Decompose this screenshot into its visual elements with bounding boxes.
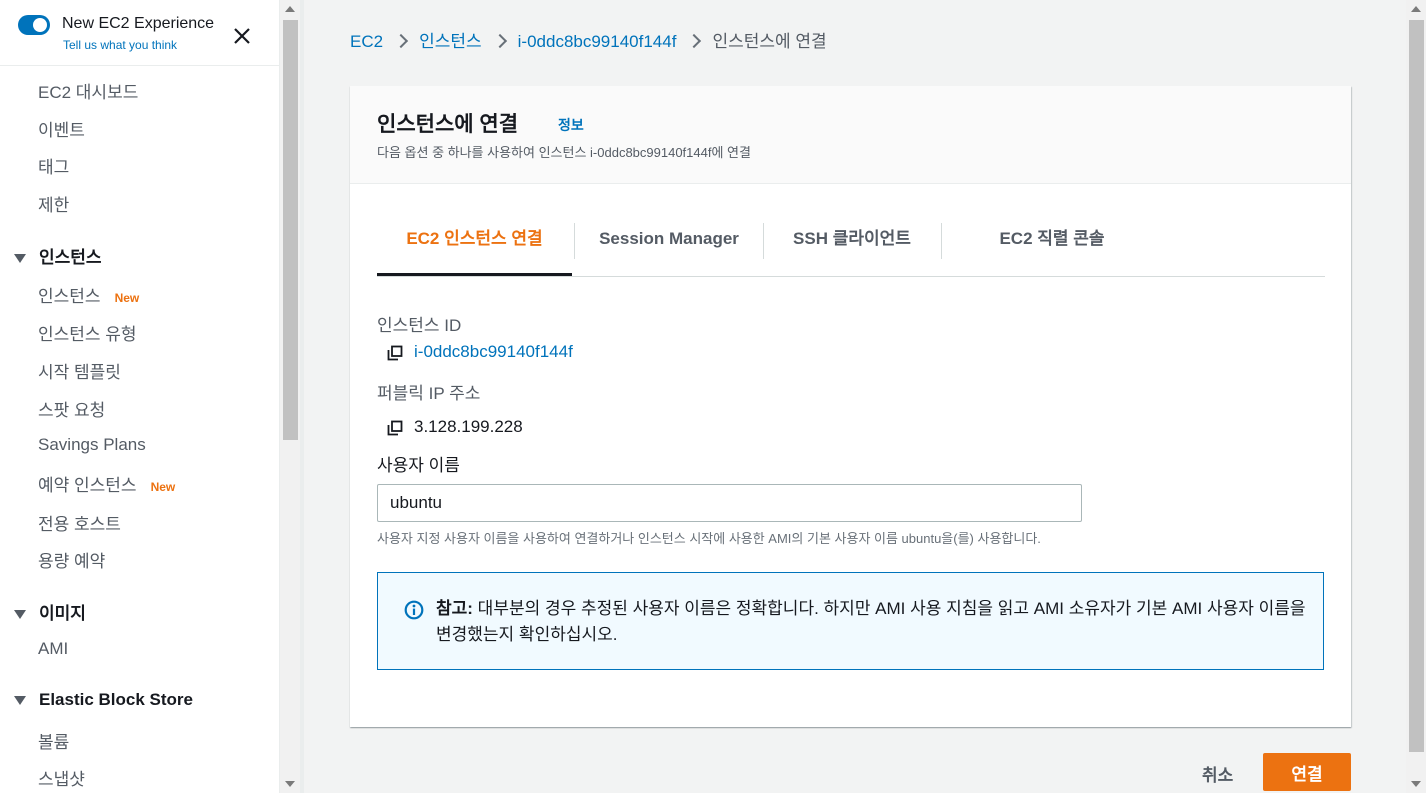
public-ip-label: 퍼블릭 IP 주소 bbox=[377, 384, 481, 403]
info-link[interactable]: 정보 bbox=[558, 115, 584, 135]
copy-icon[interactable] bbox=[387, 345, 403, 361]
sidebar-item-spot-requests[interactable]: 스팟 요청 bbox=[38, 396, 105, 421]
new-badge: New bbox=[114, 291, 140, 305]
alert-body: 대부분의 경우 추정된 사용자 이름은 정확합니다. 하지만 AMI 사용 지침… bbox=[436, 599, 1306, 644]
instance-id-value[interactable]: i-0ddc8bc99140f144f bbox=[414, 342, 573, 362]
main-scrollbar[interactable] bbox=[1406, 0, 1426, 793]
caret-down-icon bbox=[14, 254, 26, 264]
copy-icon[interactable] bbox=[387, 420, 403, 436]
info-icon bbox=[404, 600, 424, 620]
new-experience-title: New EC2 Experience bbox=[62, 15, 215, 32]
connect-card: 인스턴스에 연결 정보 다음 옵션 중 하나를 사용하여 인스턴스 i-0ddc… bbox=[350, 86, 1351, 727]
username-input[interactable] bbox=[377, 484, 1082, 522]
chevron-right-icon bbox=[394, 33, 409, 49]
breadcrumb: EC2 인스턴스 i-0ddc8bc99140f144f 인스턴스에 연결 bbox=[350, 27, 827, 52]
section-label: 이미지 bbox=[39, 604, 86, 623]
new-experience-toggle[interactable] bbox=[18, 15, 50, 35]
scrollbar-thumb[interactable] bbox=[1409, 20, 1424, 752]
sidebar-item-label: 예약 인스턴스 bbox=[38, 476, 137, 495]
scroll-down-icon[interactable] bbox=[285, 781, 295, 787]
sidebar-section-images[interactable]: 이미지 bbox=[14, 599, 86, 624]
sidebar-item-tags[interactable]: 태그 bbox=[38, 153, 69, 178]
page-title: 인스턴스에 연결 bbox=[377, 113, 519, 136]
new-experience-bar: New EC2 Experience Tell us what you thin… bbox=[0, 0, 279, 66]
sidebar-item-ec2-dashboard[interactable]: EC2 대시보드 bbox=[38, 78, 138, 103]
feedback-link[interactable]: Tell us what you think bbox=[63, 38, 177, 52]
tab-ssh-client[interactable]: SSH 클라이언트 bbox=[764, 213, 940, 276]
scroll-up-icon[interactable] bbox=[285, 6, 295, 12]
sidebar-scrollbar[interactable] bbox=[280, 0, 300, 793]
breadcrumb-current: 인스턴스에 연결 bbox=[712, 32, 827, 51]
chevron-right-icon bbox=[492, 33, 507, 49]
sidebar-item-label: 인스턴스 bbox=[38, 287, 101, 306]
connect-tabs: EC2 인스턴스 연결 Session Manager SSH 클라이언트 EC… bbox=[377, 213, 1325, 277]
sidebar-item-dedicated-hosts[interactable]: 전용 호스트 bbox=[38, 510, 121, 535]
sidebar-item-events[interactable]: 이벤트 bbox=[38, 116, 85, 141]
scroll-up-icon[interactable] bbox=[1411, 6, 1421, 12]
toggle-knob bbox=[33, 18, 47, 32]
username-label: 사용자 이름 bbox=[377, 456, 460, 475]
new-badge: New bbox=[150, 480, 176, 494]
caret-down-icon bbox=[14, 696, 26, 706]
card-description: 다음 옵션 중 하나를 사용하여 인스턴스 i-0ddc8bc99140f144… bbox=[377, 145, 751, 160]
breadcrumb-ec2[interactable]: EC2 bbox=[350, 32, 383, 51]
instance-id-label: 인스턴스 ID bbox=[377, 316, 462, 335]
caret-down-icon bbox=[14, 610, 26, 620]
close-icon[interactable] bbox=[232, 26, 252, 46]
username-hint: 사용자 지정 사용자 이름을 사용하여 연결하거나 인스턴스 시작에 사용한 A… bbox=[377, 531, 1041, 546]
sidebar-item-instance-types[interactable]: 인스턴스 유형 bbox=[38, 320, 137, 345]
panel-divider[interactable] bbox=[300, 0, 304, 793]
tab-ec2-instance-connect[interactable]: EC2 인스턴스 연결 bbox=[377, 213, 572, 276]
cancel-button[interactable]: 취소 bbox=[1190, 755, 1245, 792]
sidebar-item-limits[interactable]: 제한 bbox=[38, 191, 69, 216]
sidebar-item-capacity-reservations[interactable]: 용량 예약 bbox=[38, 547, 105, 572]
chevron-right-icon bbox=[687, 33, 702, 49]
breadcrumb-instance-id[interactable]: i-0ddc8bc99140f144f bbox=[518, 32, 677, 51]
alert-message: 참고: 대부분의 경우 추정된 사용자 이름은 정확합니다. 하지만 AMI 사… bbox=[436, 596, 1306, 648]
info-alert: 참고: 대부분의 경우 추정된 사용자 이름은 정확합니다. 하지만 AMI 사… bbox=[377, 572, 1324, 670]
sidebar-item-volumes[interactable]: 볼륨 bbox=[38, 728, 69, 753]
breadcrumb-instances[interactable]: 인스턴스 bbox=[419, 32, 482, 51]
section-label: Elastic Block Store bbox=[39, 690, 194, 709]
card-header: 인스턴스에 연결 정보 다음 옵션 중 하나를 사용하여 인스턴스 i-0ddc… bbox=[350, 86, 1351, 184]
sidebar-section-instances[interactable]: 인스턴스 bbox=[14, 243, 102, 268]
sidebar-section-ebs[interactable]: Elastic Block Store bbox=[14, 690, 193, 710]
sidebar-item-savings-plans[interactable]: Savings Plans bbox=[38, 435, 146, 455]
scrollbar-thumb[interactable] bbox=[283, 20, 298, 440]
sidebar: New EC2 Experience Tell us what you thin… bbox=[0, 0, 280, 793]
tab-session-manager[interactable]: Session Manager bbox=[575, 213, 763, 276]
public-ip-value: 3.128.199.228 bbox=[414, 417, 523, 436]
sidebar-item-ami[interactable]: AMI bbox=[38, 639, 68, 659]
sidebar-item-launch-templates[interactable]: 시작 템플릿 bbox=[38, 358, 121, 383]
sidebar-item-reserved-instances[interactable]: 예약 인스턴스 New bbox=[38, 471, 175, 496]
sidebar-item-instances[interactable]: 인스턴스 New bbox=[38, 282, 139, 307]
alert-prefix: 참고: bbox=[436, 599, 473, 618]
section-label: 인스턴스 bbox=[39, 248, 102, 267]
tab-ec2-serial-console[interactable]: EC2 직렬 콘솔 bbox=[942, 213, 1162, 276]
connect-button[interactable]: 연결 bbox=[1263, 753, 1351, 791]
scroll-down-icon[interactable] bbox=[1411, 781, 1421, 787]
sidebar-item-snapshots[interactable]: 스냅샷 bbox=[38, 765, 85, 790]
